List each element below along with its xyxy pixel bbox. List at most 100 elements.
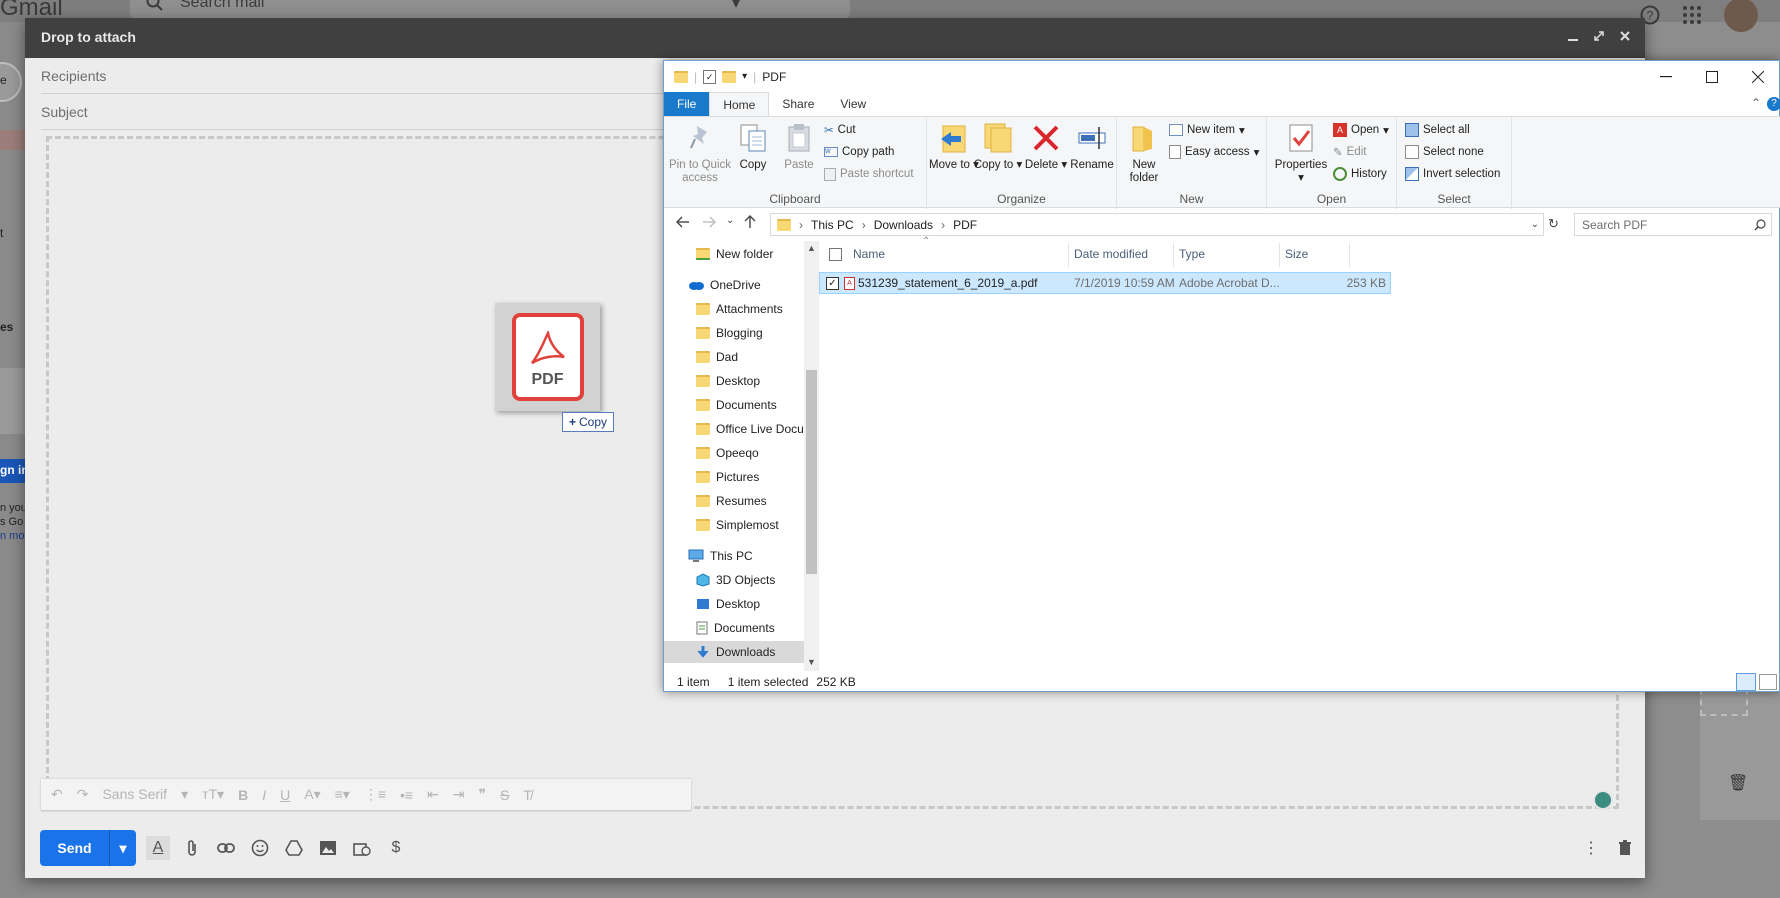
scroll-up-icon[interactable]: ▲ xyxy=(807,243,816,253)
strikethrough-icon[interactable]: S xyxy=(500,787,509,803)
gmail-search-bar[interactable]: Search mail ▾ xyxy=(130,0,850,20)
history-button[interactable]: History xyxy=(1333,164,1387,184)
send-button[interactable]: Send ▾ xyxy=(40,830,136,866)
nav-item-pictures[interactable]: Pictures xyxy=(696,466,759,488)
search-icon[interactable] xyxy=(146,0,164,12)
column-size[interactable]: Size xyxy=(1285,247,1308,261)
remove-formatting-icon[interactable]: T̸ xyxy=(523,787,532,803)
text-color-icon[interactable]: A▾ xyxy=(304,786,320,803)
search-icon[interactable] xyxy=(1754,218,1766,231)
refresh-icon[interactable]: ↻ xyxy=(1548,216,1559,232)
scrollbar-thumb[interactable] xyxy=(806,370,817,574)
column-name[interactable]: Name xyxy=(853,247,885,261)
sign-in-button[interactable]: gn in xyxy=(0,459,25,483)
navigation-scrollbar[interactable]: ▲ ▼ xyxy=(804,241,819,671)
quote-icon[interactable]: ❞ xyxy=(479,786,487,803)
pin-quick-access-button[interactable]: Pin to Quick access xyxy=(668,121,732,185)
new-folder-quick-icon[interactable] xyxy=(722,70,737,83)
trash-icon[interactable]: 🗑 xyxy=(1728,773,1748,793)
nav-item-documents[interactable]: Documents xyxy=(696,394,777,416)
back-arrow-icon[interactable] xyxy=(676,216,690,228)
nav-item-new-folder[interactable]: New folder xyxy=(696,243,773,265)
tab-file[interactable]: File xyxy=(664,92,710,116)
breadcrumb-this-pc[interactable]: This PC xyxy=(811,218,854,232)
copy-button[interactable]: Copy xyxy=(728,121,778,172)
insert-emoji-icon[interactable] xyxy=(248,836,272,860)
copy-path-button[interactable]: W Copy path xyxy=(824,142,894,162)
insert-photo-icon[interactable] xyxy=(316,836,340,860)
nav-item-onedrive[interactable]: OneDrive xyxy=(688,274,761,296)
more-options-icon[interactable]: ⋮ xyxy=(1579,836,1603,860)
address-path[interactable]: › This PC › Downloads › PDF ⌄ xyxy=(770,213,1544,236)
send-options-icon[interactable]: ▾ xyxy=(110,830,136,866)
nav-item-resumes[interactable]: Resumes xyxy=(696,490,767,512)
select-all-button[interactable]: Select all xyxy=(1405,120,1470,140)
properties-quick-icon[interactable]: ✓ xyxy=(703,69,717,84)
column-type[interactable]: Type xyxy=(1179,247,1205,261)
nav-item-downloads[interactable]: Downloads xyxy=(664,641,804,663)
font-select[interactable]: Sans Serif ▾ xyxy=(102,786,188,803)
redo-icon[interactable]: ↷ xyxy=(77,786,89,803)
column-date-modified[interactable]: Date modified xyxy=(1074,247,1148,261)
attach-file-icon[interactable] xyxy=(180,836,204,860)
nav-item-pc-desktop[interactable]: Desktop xyxy=(696,593,760,615)
breadcrumb-pdf[interactable]: PDF xyxy=(953,218,977,232)
bulleted-list-icon[interactable]: •≡ xyxy=(400,787,413,803)
numbered-list-icon[interactable]: ⋮≡ xyxy=(364,786,386,803)
bold-icon[interactable]: B xyxy=(238,787,248,803)
delete-button[interactable]: Delete ▾ xyxy=(1021,121,1071,172)
paste-button[interactable]: Paste xyxy=(774,121,824,172)
customize-quick-access-icon[interactable]: ▾ xyxy=(742,71,747,82)
rename-button[interactable]: Rename xyxy=(1067,121,1117,172)
minimize-icon[interactable] xyxy=(1567,30,1579,42)
underline-icon[interactable]: U xyxy=(280,787,290,803)
edit-button[interactable]: ✎ Edit xyxy=(1333,142,1366,162)
cut-button[interactable]: ✂ Cut xyxy=(824,120,856,140)
search-options-icon[interactable]: ▾ xyxy=(732,0,740,13)
nav-item-desktop[interactable]: Desktop xyxy=(696,370,760,392)
copy-to-button[interactable]: Copy to ▾ xyxy=(973,121,1023,172)
font-size-icon[interactable]: ᴛT▾ xyxy=(202,786,224,803)
file-row[interactable]: ✓ A 531239_statement_6_2019_a.pdf 7/1/20… xyxy=(819,272,1391,294)
open-button[interactable]: A Open ▾ xyxy=(1333,120,1389,140)
grammarly-icon[interactable] xyxy=(1593,790,1613,810)
forward-arrow-icon[interactable] xyxy=(702,216,716,228)
maximize-icon[interactable] xyxy=(1689,61,1735,92)
nav-item-blogging[interactable]: Blogging xyxy=(696,322,763,344)
align-icon[interactable]: ≡▾ xyxy=(335,786,350,803)
undo-icon[interactable]: ↶ xyxy=(51,786,63,803)
nav-item-pc-documents[interactable]: Documents xyxy=(696,617,775,639)
recent-locations-icon[interactable]: ⌄ xyxy=(726,215,734,226)
indent-more-icon[interactable]: ⇥ xyxy=(453,786,465,803)
close-icon[interactable] xyxy=(1619,30,1631,42)
formatting-options-icon[interactable]: A xyxy=(146,836,170,860)
row-checkbox[interactable]: ✓ xyxy=(826,276,839,290)
italic-icon[interactable]: I xyxy=(262,787,266,803)
details-view-icon[interactable] xyxy=(1736,673,1756,691)
new-folder-button[interactable]: New folder xyxy=(1119,121,1169,185)
invert-selection-button[interactable]: Invert selection xyxy=(1405,164,1500,184)
nav-item-opeeqo[interactable]: Opeeqo xyxy=(696,442,759,464)
insert-link-icon[interactable] xyxy=(214,836,238,860)
tab-share[interactable]: Share xyxy=(769,92,827,116)
explorer-search-input[interactable]: Search PDF xyxy=(1574,213,1772,236)
fullscreen-icon[interactable] xyxy=(1593,30,1605,42)
tab-home[interactable]: Home xyxy=(709,92,770,116)
large-icons-view-icon[interactable] xyxy=(1759,674,1777,690)
google-drive-icon[interactable] xyxy=(282,836,306,860)
nav-item-3d-objects[interactable]: 3D Objects xyxy=(696,569,775,591)
account-avatar[interactable] xyxy=(1724,0,1758,32)
confidential-mode-icon[interactable] xyxy=(350,836,374,860)
discard-draft-icon[interactable] xyxy=(1613,836,1637,860)
apps-grid-icon[interactable] xyxy=(1682,5,1702,25)
new-item-button[interactable]: New item ▾ xyxy=(1169,120,1245,140)
scroll-down-icon[interactable]: ▼ xyxy=(807,657,816,667)
collapse-ribbon-icon[interactable]: ⌃ xyxy=(1745,92,1767,116)
properties-button[interactable]: Properties ▾ xyxy=(1271,121,1331,185)
minimize-icon[interactable] xyxy=(1643,61,1689,92)
nav-item-simplemost[interactable]: Simplemost xyxy=(696,514,779,536)
up-arrow-icon[interactable] xyxy=(744,215,756,229)
select-all-checkbox[interactable] xyxy=(829,248,842,261)
help-icon[interactable]: ? xyxy=(1767,97,1780,111)
indent-less-icon[interactable]: ⇤ xyxy=(427,786,439,803)
